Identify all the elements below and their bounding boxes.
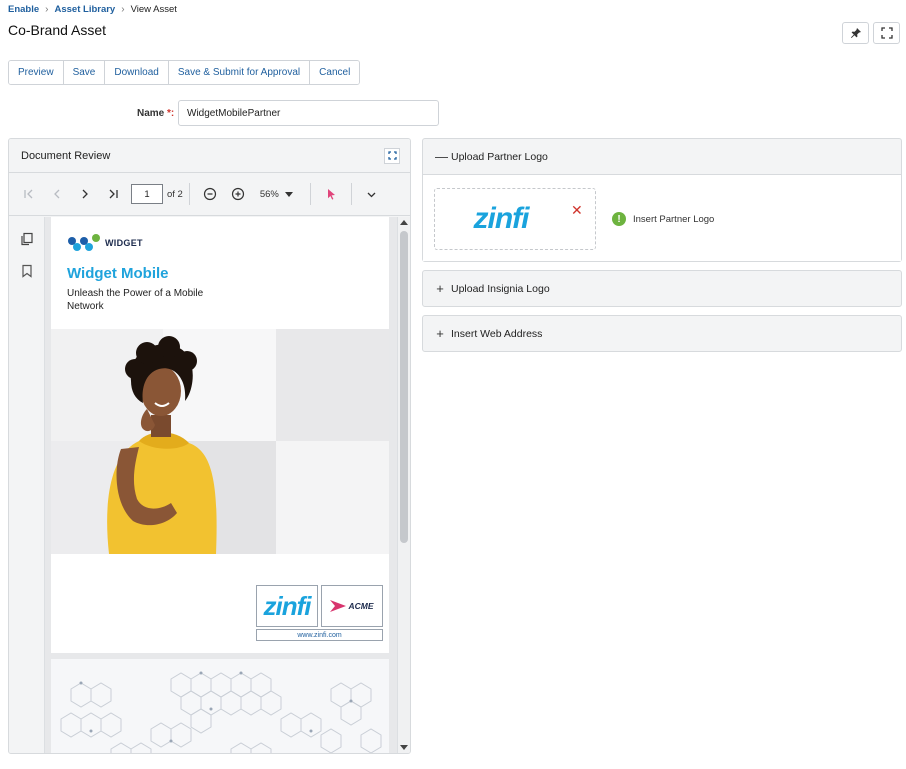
- preview-headline: Widget Mobile: [67, 265, 169, 282]
- save-button[interactable]: Save: [63, 61, 106, 84]
- scroll-up-icon[interactable]: [400, 220, 408, 225]
- zinfi-logo-text: zinfi: [263, 590, 312, 621]
- toolbar-divider: [188, 183, 190, 205]
- download-button[interactable]: Download: [105, 61, 169, 84]
- insignia-logo-panel: + Upload Insignia Logo: [422, 270, 902, 307]
- arrow-logo-icon: [330, 600, 347, 612]
- widget-logo-text: WIDGET: [105, 238, 143, 248]
- expand-plus-icon: +: [436, 326, 444, 341]
- expand-icon: [880, 27, 893, 39]
- preview-reseller-logo: ACME: [321, 585, 383, 627]
- preview-url: www.zinfi.com: [256, 629, 383, 641]
- zoom-select[interactable]: 56%: [260, 189, 304, 200]
- acme-logo-text: ACME: [348, 601, 374, 611]
- page-number-input[interactable]: 1: [131, 184, 163, 204]
- viewer-scrollbar[interactable]: [397, 217, 410, 753]
- document-review-panel: Document Review 1 of 2 56% WIDGET Widget…: [8, 138, 411, 754]
- page-title: Co-Brand Asset: [8, 22, 107, 38]
- zoom-out-icon[interactable]: [196, 180, 224, 208]
- preview-tagline: Unleash the Power of a Mobile Network: [67, 288, 204, 312]
- next-page-icon[interactable]: [71, 180, 99, 208]
- partner-logo-panel-body: zinfi ✕ ! Insert Partner Logo: [423, 174, 901, 261]
- required-marker: *:: [167, 108, 175, 119]
- page-controls: [842, 22, 900, 44]
- fullscreen-button[interactable]: [873, 22, 900, 44]
- viewer-toolbar: 1 of 2 56%: [9, 173, 410, 216]
- thumbnails-icon[interactable]: [20, 232, 34, 246]
- remove-logo-icon[interactable]: ✕: [571, 202, 583, 219]
- web-address-panel-header[interactable]: + Insert Web Address: [423, 316, 901, 351]
- partner-logo-panel-header[interactable]: — Upload Partner Logo: [423, 139, 901, 174]
- cursor-icon[interactable]: [317, 180, 345, 208]
- chevron-down-icon[interactable]: [358, 180, 386, 208]
- bookmark-icon[interactable]: [20, 264, 34, 278]
- partner-logo-dropzone[interactable]: zinfi: [434, 188, 596, 250]
- expand-icon: [387, 151, 397, 160]
- widget-logo-icon: [68, 234, 100, 251]
- cancel-button[interactable]: Cancel: [310, 61, 360, 84]
- breadcrumb-link-asset-library[interactable]: Asset Library: [55, 4, 116, 15]
- action-toolbar: Preview Save Download Save & Submit for …: [8, 60, 361, 85]
- scrollbar-thumb[interactable]: [400, 231, 408, 543]
- previous-page-icon[interactable]: [43, 180, 71, 208]
- insignia-logo-panel-title: Upload Insignia Logo: [451, 282, 550, 295]
- toolbar-divider: [350, 183, 352, 205]
- caret-down-icon: [284, 191, 293, 197]
- partner-logo-panel-title: Upload Partner Logo: [451, 150, 548, 163]
- acme-logo: ACME: [330, 600, 374, 612]
- document-review-header: Document Review: [9, 139, 410, 173]
- breadcrumb-link-enable[interactable]: Enable: [8, 4, 39, 15]
- chevron-right-icon: ›: [45, 4, 49, 15]
- breadcrumb-current: View Asset: [130, 4, 177, 15]
- partner-logo-preview: zinfi: [473, 202, 530, 235]
- pin-button[interactable]: [842, 22, 869, 44]
- breadcrumb: Enable › Asset Library › View Asset: [8, 4, 177, 15]
- partner-logo-hint: Insert Partner Logo: [633, 214, 715, 225]
- document-page-2: [51, 659, 389, 753]
- document-page-1: WIDGET Widget Mobile Unleash the Power o…: [51, 217, 389, 653]
- zoom-value: 56%: [259, 188, 279, 200]
- pin-icon: [850, 28, 861, 38]
- name-label: Name *:: [137, 108, 174, 119]
- partner-logo-panel: — Upload Partner Logo zinfi ✕ ! Insert P…: [422, 138, 902, 262]
- scroll-down-icon[interactable]: [400, 745, 408, 750]
- info-icon: !: [612, 212, 626, 226]
- viewer-body: WIDGET Widget Mobile Unleash the Power o…: [9, 217, 410, 753]
- name-input[interactable]: [178, 100, 439, 126]
- save-submit-button[interactable]: Save & Submit for Approval: [168, 61, 311, 84]
- collapse-icon: —: [435, 149, 448, 164]
- page-count: of 2: [167, 188, 183, 200]
- zoom-in-icon[interactable]: [224, 180, 252, 208]
- preview-button[interactable]: Preview: [9, 61, 64, 84]
- first-page-icon[interactable]: [15, 180, 43, 208]
- thumbnail-rail: [9, 217, 45, 753]
- preview-partner-logo: zinfi: [256, 585, 318, 627]
- web-address-panel: + Insert Web Address: [422, 315, 902, 352]
- woman-photo: [107, 336, 217, 554]
- last-page-icon[interactable]: [99, 180, 127, 208]
- widget-logo: WIDGET: [67, 233, 143, 253]
- expand-plus-icon: +: [436, 281, 444, 296]
- name-label-text: Name: [137, 108, 165, 119]
- hexagon-pattern: [60, 671, 382, 753]
- web-address-panel-title: Insert Web Address: [451, 327, 543, 340]
- toolbar-divider: [309, 183, 311, 205]
- expand-viewer-button[interactable]: [384, 147, 400, 164]
- chevron-right-icon: ›: [121, 4, 125, 15]
- document-review-title: Document Review: [21, 149, 111, 162]
- insignia-logo-panel-header[interactable]: + Upload Insignia Logo: [423, 271, 901, 306]
